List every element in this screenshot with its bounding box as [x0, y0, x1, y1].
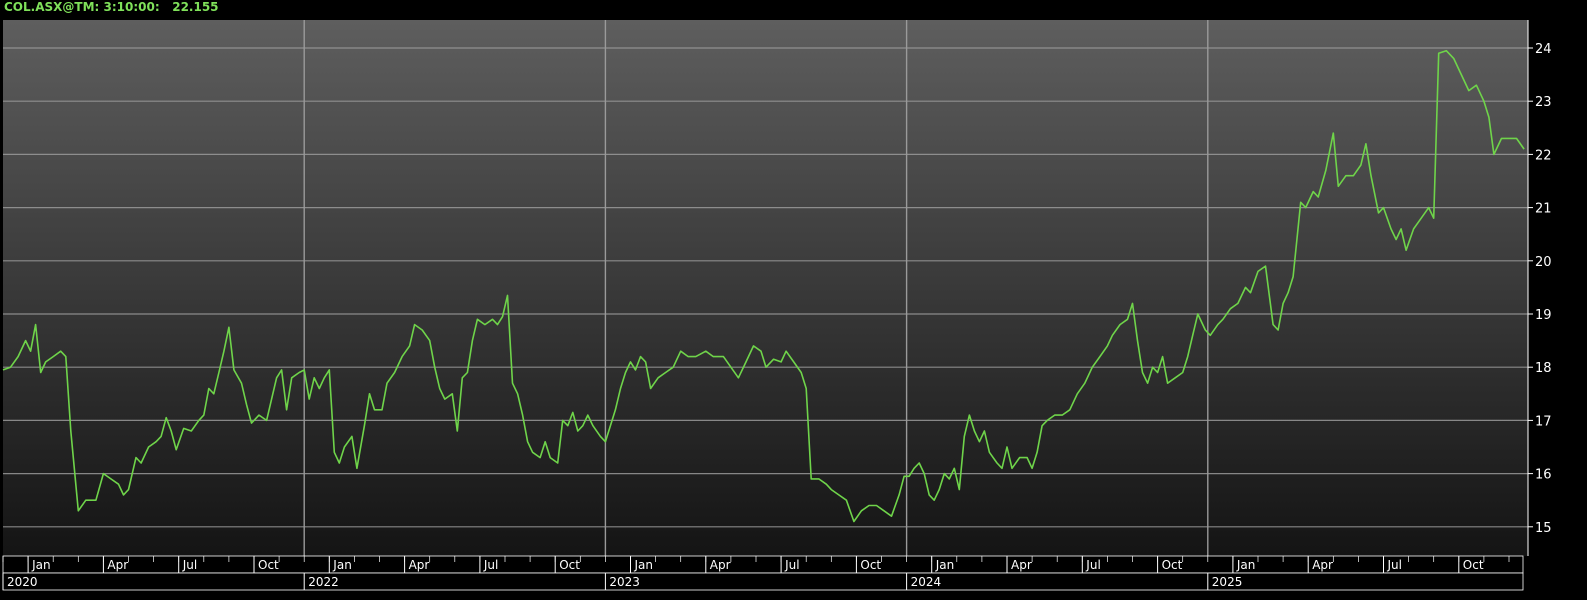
plot-area: [3, 20, 1528, 556]
y-tick-label: 23: [1535, 95, 1552, 110]
month-label: Jul: [784, 558, 799, 572]
y-tick-label: 22: [1535, 148, 1552, 163]
time-text: 3:10:00:: [103, 0, 160, 14]
symbol-text: COL.ASX@TM: [4, 0, 95, 14]
month-label: Jan: [634, 558, 654, 572]
year-label: 2022: [308, 575, 339, 589]
y-tick-label: 15: [1535, 521, 1552, 536]
month-label: Apr: [1312, 558, 1333, 572]
year-label: 2020: [7, 575, 38, 589]
month-label: Apr: [1011, 558, 1032, 572]
month-label: Oct: [1162, 558, 1183, 572]
month-label: Apr: [107, 558, 128, 572]
month-label: Apr: [409, 558, 430, 572]
month-label: Jul: [1085, 558, 1100, 572]
last-price-text: 22.155: [172, 0, 219, 14]
quote-header: COL.ASX@TM: 3:10:00: 22.155: [4, 0, 219, 14]
month-label: Jul: [182, 558, 197, 572]
y-tick-label: 19: [1535, 308, 1552, 323]
year-label: 2023: [609, 575, 640, 589]
y-tick-label: 18: [1535, 361, 1552, 376]
y-tick-label: 21: [1535, 202, 1552, 217]
x-axis: Jan Apr Jul Oct Jan Apr Jul Oct Jan Apr Jul Oct Jan A…: [2, 555, 1524, 591]
month-label: Oct: [258, 558, 279, 572]
month-band: [2, 555, 1524, 574]
month-label: Jan: [31, 558, 51, 572]
year-label: 2024: [911, 575, 942, 589]
month-label: Jul: [1387, 558, 1402, 572]
y-tick-label: 17: [1535, 414, 1552, 429]
y-tick-label: 16: [1535, 468, 1552, 483]
month-label: Oct: [559, 558, 580, 572]
month-label: Oct: [860, 558, 881, 572]
month-label: Jan: [935, 558, 955, 572]
month-label: Apr: [710, 558, 731, 572]
month-label: Jan: [1236, 558, 1256, 572]
year-band: [2, 572, 1524, 591]
month-label: Jul: [483, 558, 498, 572]
y-tick-label: 24: [1535, 42, 1552, 57]
month-label: Jan: [332, 558, 352, 572]
month-label: Oct: [1463, 558, 1484, 572]
year-label: 2025: [1212, 575, 1243, 589]
y-tick-label: 20: [1535, 255, 1552, 270]
price-chart: Jan Apr Jul Oct Jan Apr Jul Oct Jan Apr Jul Oct Jan A…: [0, 0, 1587, 600]
